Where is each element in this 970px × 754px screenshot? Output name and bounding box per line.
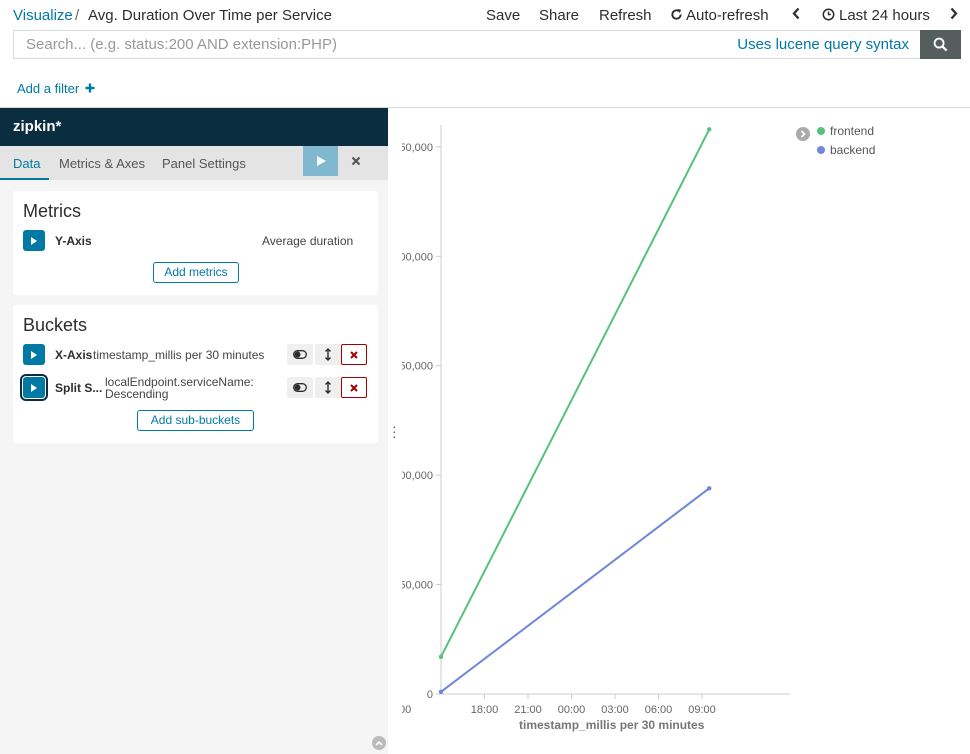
x-tick-label: 18:00 bbox=[471, 704, 499, 716]
y-tick-label: 50,000 bbox=[402, 142, 433, 154]
add-filter-label: Add a filter bbox=[17, 81, 80, 96]
chevron-right-icon bbox=[950, 7, 958, 20]
chevron-up-icon bbox=[375, 740, 383, 746]
lucene-syntax-link[interactable]: Uses lucene query syntax bbox=[737, 30, 909, 59]
x-tick-label: 09:00 bbox=[688, 704, 716, 716]
chevron-right-icon bbox=[800, 130, 806, 138]
legend-dot bbox=[817, 146, 825, 154]
add-filter-button[interactable]: Add a filter bbox=[17, 81, 95, 96]
chevron-left-icon bbox=[792, 7, 800, 20]
x-axis-description: timestamp_millis per 30 minutes bbox=[93, 348, 265, 362]
tab-data[interactable]: Data bbox=[13, 156, 40, 171]
reorder-split-series-handle[interactable] bbox=[315, 377, 341, 398]
metrics-panel: Metrics Y-Axis Average duration Add metr… bbox=[13, 191, 378, 295]
y-tick-label: 0 bbox=[427, 689, 433, 701]
add-sub-buckets-button[interactable]: Add sub-buckets bbox=[137, 410, 254, 431]
buckets-panel: Buckets X-Axis timestamp_millis per 30 m… bbox=[13, 305, 378, 443]
data-point-backend bbox=[438, 689, 444, 695]
expand-x-axis-button[interactable] bbox=[23, 344, 45, 365]
clock-icon bbox=[822, 8, 835, 21]
close-icon bbox=[350, 383, 358, 392]
query-bar: Search... (e.g. status:200 AND extension… bbox=[13, 30, 961, 59]
toggle-split-series-button[interactable] bbox=[287, 377, 313, 398]
close-icon bbox=[351, 156, 360, 166]
legend-toggle-button[interactable] bbox=[796, 127, 810, 141]
sidebar-resize-handle[interactable]: · · · bbox=[392, 419, 397, 443]
time-back-button[interactable] bbox=[791, 7, 801, 24]
legend-label: backend bbox=[830, 143, 876, 157]
y-tick-label: 50,000 bbox=[402, 580, 433, 592]
time-range-label: Last 24 hours bbox=[839, 7, 930, 24]
y-axis-description: Average duration bbox=[262, 234, 354, 248]
split-series-label: Split S... bbox=[55, 381, 103, 395]
buckets-title: Buckets bbox=[23, 315, 88, 335]
tab-metrics-axes[interactable]: Metrics & Axes bbox=[59, 156, 145, 171]
data-point-frontend bbox=[707, 127, 712, 132]
sort-arrows-icon bbox=[325, 381, 331, 394]
close-icon bbox=[350, 350, 358, 359]
play-icon bbox=[316, 156, 326, 166]
sort-arrows-icon bbox=[325, 348, 331, 361]
x-tick-label: 21:00 bbox=[514, 704, 542, 716]
apply-changes-button[interactable] bbox=[303, 146, 338, 176]
x-tick-label: 00:00 bbox=[558, 704, 586, 716]
editor-sidebar: zipkin* Data Metrics & Axes Panel Settin… bbox=[0, 108, 388, 754]
breadcrumb-separator: / bbox=[75, 7, 80, 24]
auto-refresh-label: Auto-refresh bbox=[686, 7, 769, 24]
legend-label: frontend bbox=[830, 124, 875, 138]
remove-split-series-button[interactable] bbox=[341, 377, 367, 398]
editor-tabs: Data Metrics & Axes Panel Settings bbox=[0, 146, 388, 180]
legend-dot bbox=[817, 127, 825, 135]
filter-bar: Add a filter bbox=[0, 70, 970, 108]
y-tick-label: 50,000 bbox=[402, 361, 433, 373]
toggle-icon bbox=[293, 350, 307, 359]
auto-refresh-button[interactable]: Auto-refresh bbox=[670, 7, 769, 24]
caret-right-icon bbox=[31, 350, 37, 359]
x-axis-label: X-Axis bbox=[55, 348, 93, 362]
page-title: Avg. Duration Over Time per Service bbox=[88, 7, 332, 24]
x-tick-label: 03:00 bbox=[601, 704, 629, 716]
index-pattern-title: zipkin* bbox=[0, 108, 388, 146]
remove-x-axis-button[interactable] bbox=[341, 344, 367, 365]
discard-changes-button[interactable] bbox=[338, 146, 373, 176]
x-axis-title: timestamp_millis per 30 minutes bbox=[519, 718, 705, 732]
x-tick-label: 12:00 bbox=[402, 704, 411, 716]
toggle-icon bbox=[293, 383, 307, 392]
time-forward-button[interactable] bbox=[949, 7, 959, 24]
y-tick-label: 00,000 bbox=[402, 251, 433, 263]
save-button[interactable]: Save bbox=[486, 7, 520, 24]
data-point-backend bbox=[707, 486, 712, 491]
y-axis-label: Y-Axis bbox=[55, 234, 92, 248]
series-line-backend bbox=[440, 487, 710, 693]
add-metrics-button[interactable]: Add metrics bbox=[153, 262, 239, 283]
chart-area: 0 50,000 00,000 50,000 00,000 50,000 18:00 21:0… bbox=[402, 108, 970, 754]
collapse-sidebar-icon[interactable] bbox=[372, 736, 386, 750]
expand-split-series-button[interactable] bbox=[20, 374, 48, 401]
data-point-frontend bbox=[438, 654, 444, 659]
tab-panel-settings[interactable]: Panel Settings bbox=[162, 156, 246, 171]
series-line-frontend bbox=[440, 128, 711, 658]
refresh-button[interactable]: Refresh bbox=[599, 7, 652, 24]
reorder-x-axis-handle[interactable] bbox=[315, 344, 341, 365]
legend-item-backend[interactable]: backend bbox=[817, 143, 875, 157]
top-nav: Visualize / Avg. Duration Over Time per … bbox=[0, 0, 970, 30]
search-icon bbox=[933, 37, 948, 52]
caret-right-icon bbox=[31, 236, 37, 245]
share-button[interactable]: Share bbox=[539, 7, 579, 24]
metrics-title: Metrics bbox=[23, 201, 81, 221]
refresh-icon bbox=[671, 8, 682, 20]
y-tick-label: 00,000 bbox=[402, 470, 433, 482]
expand-y-axis-button[interactable] bbox=[23, 230, 45, 251]
breadcrumb-visualize-link[interactable]: Visualize bbox=[13, 7, 73, 24]
x-tick-label: 06:00 bbox=[645, 704, 673, 716]
active-tab-indicator bbox=[0, 178, 49, 180]
line-chart: 0 50,000 00,000 50,000 00,000 50,000 18:00 21:0… bbox=[402, 125, 790, 716]
search-button[interactable] bbox=[920, 30, 961, 59]
caret-right-icon bbox=[31, 383, 37, 392]
split-series-order: Descending bbox=[105, 387, 169, 401]
toggle-x-axis-button[interactable] bbox=[287, 344, 313, 365]
time-picker-button[interactable]: Last 24 hours bbox=[822, 7, 930, 24]
plus-icon bbox=[85, 83, 95, 93]
legend-item-frontend[interactable]: frontend bbox=[817, 124, 874, 138]
